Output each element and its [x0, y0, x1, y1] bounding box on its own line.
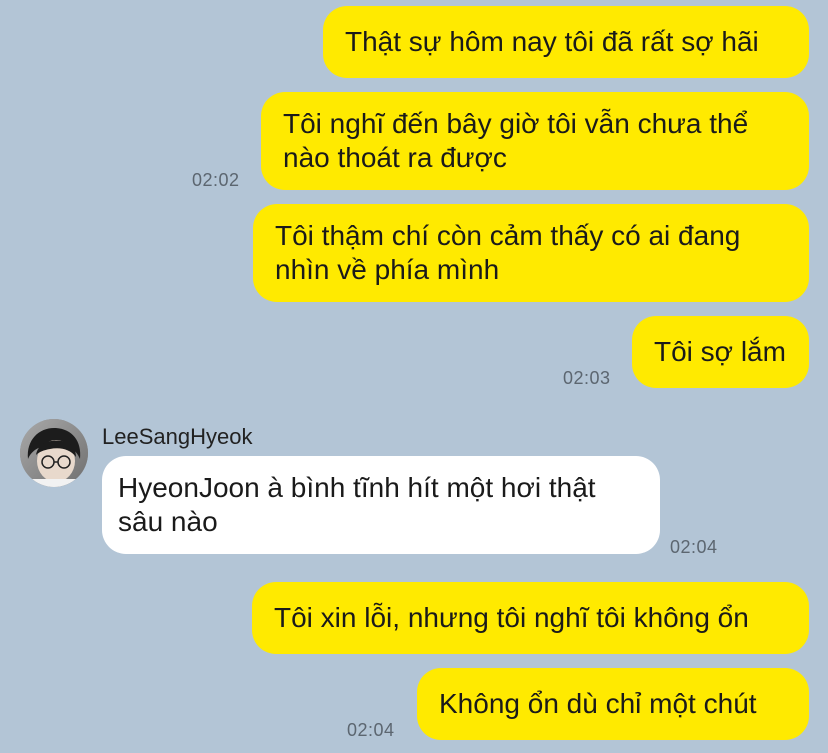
outgoing-message[interactable]: Không ổn dù chỉ một chút — [417, 668, 809, 740]
message-text: Tôi nghĩ đến bây giờ tôi vẫn chưa thể nà… — [283, 108, 749, 173]
outgoing-message[interactable]: Tôi thậm chí còn cảm thấy có ai đang nhì… — [253, 204, 809, 302]
message-text: HyeonJoon à bình tĩnh hít một hơi thật s… — [118, 472, 596, 537]
message-text: Thật sự hôm nay tôi đã rất sợ hãi — [345, 26, 759, 57]
message-timestamp: 02:02 — [192, 170, 240, 190]
incoming-message[interactable]: HyeonJoon à bình tĩnh hít một hơi thật s… — [102, 456, 660, 554]
message-timestamp: 02:03 — [563, 368, 611, 388]
outgoing-message[interactable]: Tôi nghĩ đến bây giờ tôi vẫn chưa thể nà… — [261, 92, 809, 190]
message-text: Tôi sợ lắm — [654, 336, 786, 367]
outgoing-message[interactable]: Tôi xin lỗi, nhưng tôi nghĩ tôi không ổn — [252, 582, 809, 654]
sender-name: LeeSangHyeok — [102, 424, 253, 449]
outgoing-message[interactable]: Thật sự hôm nay tôi đã rất sợ hãi — [323, 6, 809, 78]
message-text: Không ổn dù chỉ một chút — [439, 688, 757, 719]
outgoing-message[interactable]: Tôi sợ lắm — [632, 316, 809, 388]
avatar-photo-icon — [20, 419, 88, 487]
message-timestamp: 02:04 — [347, 720, 395, 740]
message-timestamp: 02:04 — [670, 537, 718, 557]
message-text: Tôi thậm chí còn cảm thấy có ai đang nhì… — [275, 220, 741, 285]
sender-avatar[interactable] — [20, 419, 88, 487]
message-text: Tôi xin lỗi, nhưng tôi nghĩ tôi không ổn — [274, 602, 749, 633]
